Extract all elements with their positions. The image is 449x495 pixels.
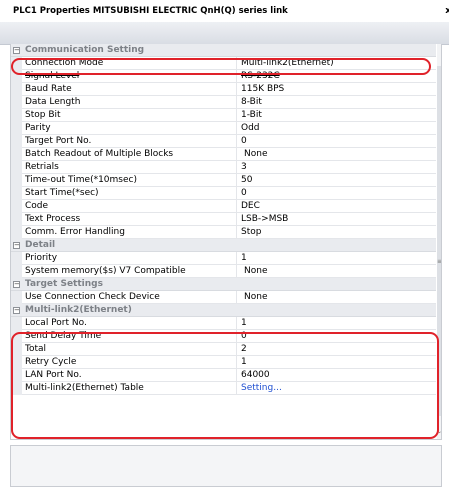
- prop-priority[interactable]: Priority 1: [11, 252, 436, 265]
- property-value[interactable]: None: [244, 148, 434, 161]
- category-detail[interactable]: − Detail: [11, 239, 436, 252]
- highlight-multilink2-section: [11, 332, 439, 439]
- prop-stop-bit[interactable]: Stop Bit 1-Bit: [11, 109, 436, 122]
- prop-text-process[interactable]: Text Process LSB->MSB: [11, 213, 436, 226]
- collapse-icon[interactable]: −: [13, 307, 20, 314]
- property-value[interactable]: 0: [241, 187, 431, 200]
- highlight-connection-mode: [11, 58, 431, 75]
- property-name: Text Process: [25, 214, 81, 224]
- property-name: Data Length: [25, 97, 81, 107]
- property-name: Comm. Error Handling: [25, 227, 125, 237]
- category-label: Detail: [25, 240, 56, 250]
- category-target-settings[interactable]: − Target Settings: [11, 278, 436, 291]
- prop-code[interactable]: Code DEC: [11, 200, 436, 213]
- property-value[interactable]: 50: [241, 174, 431, 187]
- property-value[interactable]: Stop: [241, 226, 431, 239]
- prop-comm-error-handling[interactable]: Comm. Error Handling Stop: [11, 226, 436, 239]
- property-name: Priority: [25, 253, 58, 263]
- property-name: Batch Readout of Multiple Blocks: [25, 149, 174, 159]
- toolbar-strip: [0, 22, 449, 45]
- property-name: System memory($s) V7 Compatible: [25, 266, 186, 276]
- prop-use-connection-check[interactable]: Use Connection Check Device None: [11, 291, 436, 304]
- category-multilink2-ethernet[interactable]: − Multi-link2(Ethernet): [11, 304, 436, 317]
- property-name: Parity: [25, 123, 51, 133]
- property-name: Code: [25, 201, 49, 211]
- property-name: Target Port No.: [25, 136, 92, 146]
- prop-timeout-time[interactable]: Time-out Time(*10msec) 50: [11, 174, 436, 187]
- property-value[interactable]: 115K BPS: [241, 83, 431, 96]
- property-name: Start Time(*sec): [25, 188, 99, 198]
- collapse-icon[interactable]: −: [13, 281, 20, 288]
- property-value[interactable]: 0: [241, 135, 431, 148]
- category-label: Communication Setting: [25, 45, 145, 55]
- close-icon[interactable]: x: [445, 0, 449, 22]
- property-value[interactable]: 1: [241, 252, 431, 265]
- prop-retrials[interactable]: Retrials 3: [11, 161, 436, 174]
- property-name: Stop Bit: [25, 110, 61, 120]
- collapse-icon[interactable]: −: [13, 242, 20, 249]
- prop-batch-readout[interactable]: Batch Readout of Multiple Blocks None: [11, 148, 436, 161]
- category-label: Target Settings: [25, 279, 103, 289]
- property-value[interactable]: 8-Bit: [241, 96, 431, 109]
- prop-parity[interactable]: Parity Odd: [11, 122, 436, 135]
- property-value[interactable]: 3: [241, 161, 431, 174]
- property-name: Time-out Time(*10msec): [25, 175, 137, 185]
- prop-system-memory[interactable]: System memory($s) V7 Compatible None: [11, 265, 436, 278]
- prop-data-length[interactable]: Data Length 8-Bit: [11, 96, 436, 109]
- description-panel: [10, 445, 442, 487]
- property-name: Use Connection Check Device: [25, 292, 160, 302]
- prop-target-port[interactable]: Target Port No. 0: [11, 135, 436, 148]
- prop-start-time[interactable]: Start Time(*sec) 0: [11, 187, 436, 200]
- property-value[interactable]: Odd: [241, 122, 431, 135]
- category-label: Multi-link2(Ethernet): [25, 305, 132, 315]
- property-name: Local Port No.: [25, 318, 87, 328]
- prop-baud-rate[interactable]: Baud Rate 115K BPS: [11, 83, 436, 96]
- prop-local-port[interactable]: Local Port No. 1: [11, 317, 436, 330]
- property-value[interactable]: None: [244, 265, 434, 278]
- scroll-grip-icon: ≡: [437, 258, 442, 265]
- collapse-icon[interactable]: −: [13, 47, 20, 54]
- property-value[interactable]: None: [244, 291, 434, 304]
- window-title: PLC1 Properties MITSUBISHI ELECTRIC QnH(…: [0, 0, 449, 22]
- property-name: Retrials: [25, 162, 59, 172]
- property-value[interactable]: 1-Bit: [241, 109, 431, 122]
- property-value[interactable]: 1: [241, 317, 431, 330]
- property-name: Baud Rate: [25, 84, 72, 94]
- property-value[interactable]: DEC: [241, 200, 431, 213]
- category-communication-setting[interactable]: − Communication Setting: [11, 44, 436, 57]
- property-value[interactable]: LSB->MSB: [241, 213, 431, 226]
